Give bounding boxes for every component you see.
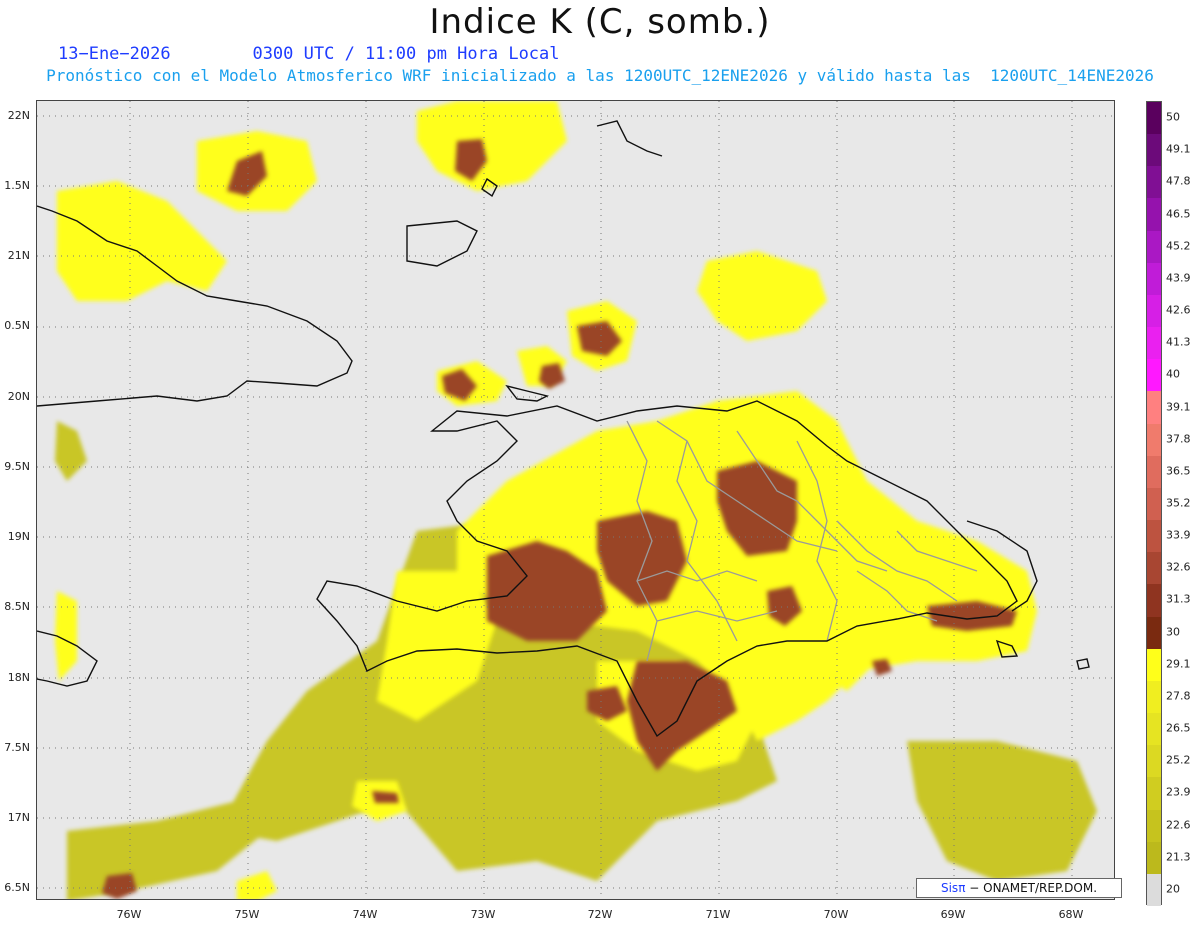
colorbar-segment [1147, 423, 1161, 457]
latitude-label: 9.5N [4, 460, 30, 473]
colorbar-segment [1147, 230, 1161, 264]
longitude-label: 68W [1058, 908, 1084, 921]
colorbar-segment [1147, 487, 1161, 521]
colorbar-label: 46.5 [1166, 207, 1191, 221]
colorbar-segment [1147, 391, 1161, 425]
colorbar-segment [1147, 359, 1161, 392]
colorbar-label: 35.2 [1166, 496, 1191, 510]
colorbar-label: 36.5 [1166, 464, 1191, 478]
longitude-label: 73W [470, 908, 496, 921]
forecast-map [36, 100, 1115, 900]
colorbar-label: 26.5 [1166, 721, 1191, 735]
colorbar-segment [1147, 777, 1161, 811]
latitude-label: 22N [7, 109, 30, 122]
colorbar-segment [1147, 552, 1161, 585]
colorbar-label: 30 [1166, 625, 1180, 639]
colorbar-segment [1147, 745, 1161, 778]
colorbar-segment [1147, 616, 1161, 650]
colorbar-label: 43.9 [1166, 271, 1191, 285]
colorbar-label: 29.1 [1166, 657, 1191, 671]
colorbar-segment [1147, 327, 1161, 360]
colorbar-label: 45.2 [1166, 239, 1191, 253]
colorbar-segment [1147, 455, 1161, 489]
colorbar-segment [1147, 134, 1161, 167]
longitude-label: 74W [352, 908, 378, 921]
map-title: Indice K (C, somb.) [429, 2, 771, 42]
colorbar-label: 25.2 [1166, 753, 1191, 767]
colorbar-label: 23.9 [1166, 785, 1191, 799]
colorbar-segment [1147, 873, 1161, 907]
colorbar-label: 39.1 [1166, 400, 1191, 414]
colorbar [1146, 101, 1162, 907]
colorbar-segment [1147, 102, 1161, 135]
colorbar-label: 40 [1166, 367, 1180, 381]
longitude-label: 72W [587, 908, 613, 921]
latitude-label: 18N [7, 671, 30, 684]
colorbar-segment [1147, 809, 1161, 843]
latitude-label: 7.5N [4, 741, 30, 754]
colorbar-segment [1147, 166, 1161, 199]
latitude-label: 8.5N [4, 600, 30, 613]
colorbar-label: 49.1 [1166, 142, 1191, 156]
model-description: Pronóstico con el Modelo Atmosferico WRF… [46, 66, 1154, 85]
map-svg [37, 101, 1114, 899]
latitude-label: 19N [7, 530, 30, 543]
valid-time: 13−Ene−2026 0300 UTC / 11:00 pm Hora Loc… [58, 44, 560, 64]
longitude-label: 75W [234, 908, 260, 921]
credit-box: Sisπ − ONAMET/REP.DOM. [916, 878, 1122, 898]
colorbar-label: 37.8 [1166, 432, 1191, 446]
colorbar-segment [1147, 294, 1161, 328]
longitude-label: 76W [116, 908, 142, 921]
colorbar-segment [1147, 584, 1161, 618]
colorbar-segment [1147, 520, 1161, 553]
credit-brand: Sisπ [940, 881, 966, 895]
colorbar-label: 22.6 [1166, 818, 1191, 832]
colorbar-segment [1147, 841, 1161, 875]
colorbar-segment [1147, 198, 1161, 232]
colorbar-label: 50 [1166, 110, 1180, 124]
credit-text: − ONAMET/REP.DOM. [969, 881, 1098, 895]
colorbar-segment [1147, 680, 1161, 714]
longitude-label: 70W [823, 908, 849, 921]
latitude-label: 0.5N [4, 319, 30, 332]
colorbar-label: 41.3 [1166, 335, 1191, 349]
colorbar-label: 21.3 [1166, 850, 1191, 864]
longitude-label: 69W [940, 908, 966, 921]
latitude-label: 20N [7, 390, 30, 403]
latitude-label: 21N [7, 249, 30, 262]
colorbar-segment [1147, 648, 1161, 682]
colorbar-label: 20 [1166, 882, 1180, 896]
latitude-label: 17N [7, 811, 30, 824]
colorbar-label: 47.8 [1166, 174, 1191, 188]
colorbar-segment [1147, 713, 1161, 746]
colorbar-label: 31.3 [1166, 592, 1191, 606]
colorbar-label: 27.8 [1166, 689, 1191, 703]
colorbar-label: 33.9 [1166, 528, 1191, 542]
latitude-label: 6.5N [4, 881, 30, 894]
latitude-label: 1.5N [4, 179, 30, 192]
colorbar-segment [1147, 262, 1161, 296]
longitude-label: 71W [705, 908, 731, 921]
colorbar-label: 42.6 [1166, 303, 1191, 317]
colorbar-label: 32.6 [1166, 560, 1191, 574]
